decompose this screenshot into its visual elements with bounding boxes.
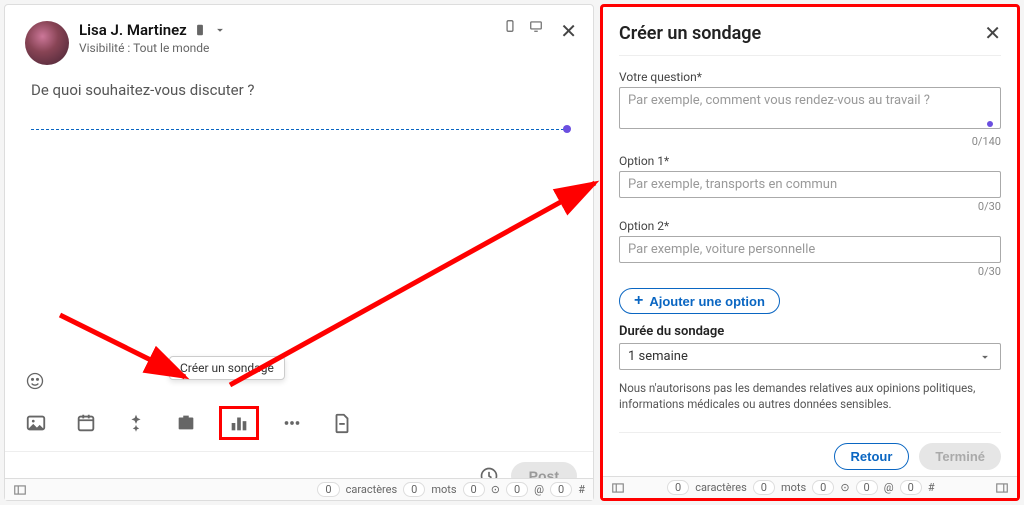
duration-label: Durée du sondage [619, 324, 1001, 339]
poll-icon-highlight [219, 406, 259, 440]
document-icon[interactable] [331, 412, 353, 434]
stat-pill: 0 [550, 482, 572, 497]
words-label: mots [781, 481, 806, 494]
question-label: Votre question* [619, 70, 1001, 84]
stat-pill: 0 [856, 480, 878, 495]
briefcase-icon[interactable] [175, 412, 197, 434]
word-count: 0 [753, 480, 775, 495]
stat-pill: 0 [463, 482, 485, 497]
insertion-line [31, 129, 569, 130]
poll-title: Créer un sondage [619, 23, 761, 44]
option2-input[interactable] [619, 236, 1001, 263]
at-label: @ [884, 481, 894, 494]
user-name: Lisa J. Martinez [79, 21, 187, 39]
compose-attachments-row [5, 401, 593, 452]
panel-toggle-icon[interactable] [611, 481, 625, 495]
done-button[interactable]: Terminé [919, 443, 1001, 470]
chars-label: caractères [695, 481, 747, 494]
visibility-label: Visibilité : Tout le monde [79, 41, 227, 55]
add-option-button[interactable]: + Ajouter une option [619, 288, 780, 314]
back-button[interactable]: Retour [834, 443, 910, 470]
option1-label: Option 1* [619, 154, 1001, 168]
chevron-down-icon [978, 350, 992, 364]
option1-counter: 0/30 [619, 200, 1001, 213]
compose-header: Lisa J. Martinez Visibilité : Tout le mo… [5, 5, 593, 73]
question-counter: 0/140 [619, 135, 1001, 148]
calendar-icon[interactable] [75, 412, 97, 434]
close-icon[interactable]: ✕ [560, 19, 577, 43]
hash-label: # [578, 483, 585, 496]
at-label: @ [534, 483, 544, 496]
chars-label: caractères [346, 483, 398, 496]
status-bar-right: 0 caractères 0 mots 0 ⊙ 0 @ 0 # [603, 476, 1017, 498]
chevron-down-icon[interactable] [213, 23, 227, 37]
desktop-icon[interactable] [529, 19, 543, 33]
poll-panel: Créer un sondage ✕ Votre question* 0/140… [600, 4, 1020, 501]
word-count: 0 [403, 482, 425, 497]
compose-panel: Lisa J. Martinez Visibilité : Tout le mo… [4, 4, 594, 501]
panel-toggle-icon[interactable] [995, 481, 1009, 495]
compose-prompt[interactable]: De quoi souhaitez-vous discuter ? [31, 81, 569, 99]
option1-input[interactable] [619, 171, 1001, 198]
question-input[interactable] [619, 87, 1001, 129]
poll-disclaimer: Nous n'autorisons pas les demandes relat… [619, 380, 1001, 412]
stat-pill: 0 [506, 482, 528, 497]
hash-label: # [928, 481, 935, 494]
stat-pill: 0 [900, 480, 922, 495]
option2-label: Option 2* [619, 219, 1001, 233]
stat-pill: 0 [812, 480, 834, 495]
duration-select[interactable]: 1 semaine [619, 343, 1001, 370]
more-icon[interactable] [281, 412, 303, 434]
status-bar-left: 0 caractères 0 mots 0 ⊙ 0 @ 0 # [5, 478, 593, 500]
avatar[interactable] [25, 21, 69, 65]
phone-badge-icon [193, 23, 207, 37]
mobile-icon[interactable] [503, 19, 517, 33]
device-icons [503, 19, 543, 33]
image-icon[interactable] [25, 412, 47, 434]
poll-tooltip: Créer un sondage [169, 356, 285, 380]
celebrate-icon[interactable] [125, 412, 147, 434]
poll-icon[interactable] [228, 412, 250, 434]
char-count: 0 [317, 482, 339, 497]
emoji-icon[interactable] [25, 371, 45, 391]
close-icon[interactable]: ✕ [984, 21, 1001, 45]
words-label: mots [431, 483, 456, 496]
panel-toggle-icon[interactable] [13, 483, 27, 497]
char-count: 0 [667, 480, 689, 495]
option2-counter: 0/30 [619, 265, 1001, 278]
